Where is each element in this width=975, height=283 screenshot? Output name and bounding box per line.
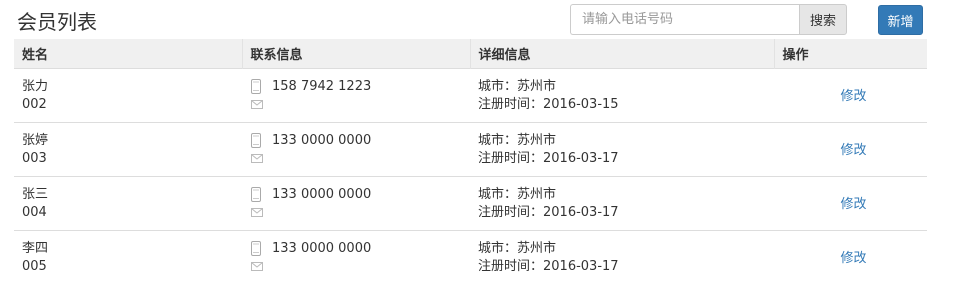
envelope-icon bbox=[251, 208, 263, 217]
phone-number: 158 7942 1223 bbox=[272, 78, 372, 94]
city-text: 城市：苏州市 bbox=[478, 78, 557, 94]
member-cell: 张三 004 bbox=[14, 176, 242, 230]
details-cell: 城市：苏州市 注册时间：2016-03-17 bbox=[470, 122, 774, 176]
envelope-icon bbox=[251, 154, 263, 163]
action-cell: 修改 bbox=[774, 122, 927, 176]
contact-cell: 133 0000 0000 bbox=[242, 122, 470, 176]
member-id: 004 bbox=[22, 204, 47, 220]
table-header-row: 姓名 联系信息 详细信息 操作 bbox=[14, 39, 927, 68]
edit-link[interactable]: 修改 bbox=[782, 240, 919, 268]
member-name: 张三 bbox=[22, 186, 49, 202]
mobile-phone-icon bbox=[251, 241, 263, 256]
action-cell: 修改 bbox=[774, 230, 927, 283]
edit-link[interactable]: 修改 bbox=[782, 132, 919, 160]
column-header-actions: 操作 bbox=[782, 47, 809, 63]
action-cell: 修改 bbox=[774, 176, 927, 230]
phone-search-input[interactable] bbox=[570, 4, 799, 35]
details-cell: 城市：苏州市 注册时间：2016-03-17 bbox=[470, 176, 774, 230]
column-header-name: 姓名 bbox=[14, 39, 243, 68]
member-name: 张婷 bbox=[22, 132, 49, 148]
city-text: 城市：苏州市 bbox=[478, 240, 557, 256]
member-cell: 李四 005 bbox=[14, 230, 242, 283]
phone-number: 133 0000 0000 bbox=[272, 186, 372, 202]
member-table: 姓名 联系信息 详细信息 操作 张力 002 158 7942 1223 城市：… bbox=[14, 39, 927, 283]
search-group: 搜索 bbox=[570, 4, 847, 35]
envelope-icon bbox=[251, 262, 263, 271]
member-cell: 张婷 003 bbox=[14, 122, 242, 176]
action-cell: 修改 bbox=[774, 68, 927, 122]
column-header-contact: 联系信息 bbox=[242, 39, 471, 68]
member-id: 002 bbox=[22, 96, 47, 112]
mobile-phone-icon bbox=[251, 187, 263, 202]
details-cell: 城市：苏州市 注册时间：2016-03-17 bbox=[470, 230, 774, 283]
table-row: 张婷 003 133 0000 0000 城市：苏州市 注册时间：2016-03… bbox=[14, 122, 927, 176]
details-cell: 城市：苏州市 注册时间：2016-03-15 bbox=[470, 68, 774, 122]
contact-cell: 133 0000 0000 bbox=[242, 230, 470, 283]
registered-time-text: 注册时间：2016-03-17 bbox=[478, 258, 619, 274]
mobile-phone-icon bbox=[251, 133, 263, 148]
page-title: 会员列表 bbox=[17, 10, 97, 34]
phone-number: 133 0000 0000 bbox=[272, 240, 372, 256]
member-cell: 张力 002 bbox=[14, 68, 242, 122]
member-id: 005 bbox=[22, 258, 47, 274]
member-id: 003 bbox=[22, 150, 47, 166]
city-text: 城市：苏州市 bbox=[478, 186, 557, 202]
add-member-button[interactable]: 新增 bbox=[878, 5, 923, 35]
search-button[interactable]: 搜索 bbox=[799, 4, 847, 35]
contact-cell: 158 7942 1223 bbox=[242, 68, 470, 122]
column-header-details: 详细信息 bbox=[470, 39, 775, 68]
table-row: 李四 005 133 0000 0000 城市：苏州市 注册时间：2016-03… bbox=[14, 230, 927, 283]
member-name: 李四 bbox=[22, 240, 49, 256]
registered-time-text: 注册时间：2016-03-17 bbox=[478, 150, 619, 166]
contact-cell: 133 0000 0000 bbox=[242, 176, 470, 230]
edit-link[interactable]: 修改 bbox=[782, 78, 919, 106]
mobile-phone-icon bbox=[251, 79, 263, 94]
phone-number: 133 0000 0000 bbox=[272, 132, 372, 148]
city-text: 城市：苏州市 bbox=[478, 132, 557, 148]
member-name: 张力 bbox=[22, 78, 49, 94]
registered-time-text: 注册时间：2016-03-15 bbox=[478, 96, 619, 112]
envelope-icon bbox=[251, 100, 263, 109]
edit-link[interactable]: 修改 bbox=[782, 186, 919, 214]
table-row: 张三 004 133 0000 0000 城市：苏州市 注册时间：2016-03… bbox=[14, 176, 927, 230]
registered-time-text: 注册时间：2016-03-17 bbox=[478, 204, 619, 220]
table-row: 张力 002 158 7942 1223 城市：苏州市 注册时间：2016-03… bbox=[14, 68, 927, 122]
